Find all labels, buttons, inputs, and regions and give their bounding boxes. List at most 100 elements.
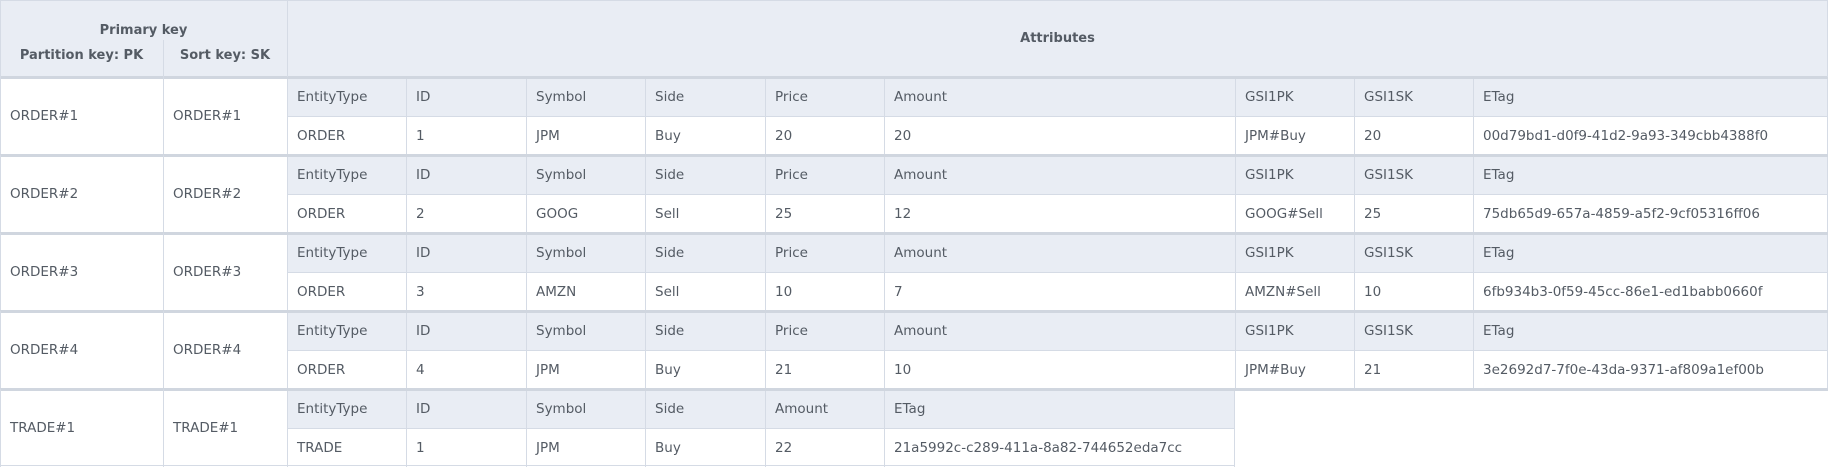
attribute-value-etag[interactable]: 3e2692d7-7f0e-43da-9371-af809a1ef00b [1473,350,1828,389]
attribute-name-etag: ETag [884,389,1235,428]
attribute-name-etag: ETag [1473,311,1828,350]
sort-key-header: Sort key: SK [163,40,287,77]
attribute-value-entitytype[interactable]: ORDER [287,272,406,311]
attribute-value-symbol[interactable]: JPM [526,428,645,467]
attribute-value-id[interactable]: 3 [406,272,526,311]
attribute-name-side: Side [645,233,765,272]
attribute-name-entitytype: EntityType [287,311,406,350]
attribute-value-price[interactable]: 20 [765,116,884,155]
attribute-name-price: Price [765,311,884,350]
row-divider [0,0,1828,1]
attribute-value-etag[interactable]: 00d79bd1-d0f9-41d2-9a93-349cbb4388f0 [1473,116,1828,155]
attribute-value-amount[interactable]: 7 [884,272,1235,311]
attribute-name-etag: ETag [1473,233,1828,272]
sort-key-cell[interactable]: ORDER#2 [163,155,287,233]
attribute-name-id: ID [406,77,526,116]
attribute-value-entitytype[interactable]: TRADE [287,428,406,467]
attribute-value-etag[interactable]: 6fb934b3-0f59-45cc-86e1-ed1babb0660f [1473,272,1828,311]
attribute-value-id[interactable]: 1 [406,116,526,155]
attribute-value-id[interactable]: 4 [406,350,526,389]
attribute-value-amount[interactable]: 22 [765,428,884,467]
dynamodb-item-table: Primary key Partition key: PK Sort key: … [0,0,1828,467]
attribute-value-gsi1sk[interactable]: 10 [1354,272,1473,311]
sort-key-cell[interactable]: ORDER#1 [163,77,287,155]
attribute-value-gsi1pk[interactable]: JPM#Buy [1235,116,1354,155]
attribute-name-amount: Amount [765,389,884,428]
attribute-value-price[interactable]: 25 [765,194,884,233]
attribute-value-gsi1sk[interactable]: 21 [1354,350,1473,389]
sort-key-cell[interactable]: TRADE#1 [163,389,287,467]
column-divider [0,311,1,389]
partition-key-cell[interactable]: ORDER#4 [0,311,163,389]
attribute-name-side: Side [645,389,765,428]
attribute-name-symbol: Symbol [526,389,645,428]
attribute-name-id: ID [406,155,526,194]
attribute-name-symbol: Symbol [526,155,645,194]
attribute-name-price: Price [765,155,884,194]
attribute-name-amount: Amount [884,233,1235,272]
sort-key-cell[interactable]: ORDER#3 [163,233,287,311]
attribute-value-entitytype[interactable]: ORDER [287,350,406,389]
column-divider [287,0,288,77]
attribute-name-gsi1sk: GSI1SK [1354,77,1473,116]
attribute-value-etag[interactable]: 21a5992c-c289-411a-8a82-744652eda7cc [884,428,1235,467]
attribute-value-amount[interactable]: 12 [884,194,1235,233]
attribute-value-amount[interactable]: 20 [884,116,1235,155]
column-divider [0,389,1,467]
attribute-name-amount: Amount [884,77,1235,116]
attribute-value-entitytype[interactable]: ORDER [287,194,406,233]
attribute-name-amount: Amount [884,311,1235,350]
attribute-name-symbol: Symbol [526,77,645,116]
attribute-value-side[interactable]: Buy [645,350,765,389]
attribute-name-symbol: Symbol [526,311,645,350]
attribute-value-side[interactable]: Buy [645,116,765,155]
attribute-name-amount: Amount [884,155,1235,194]
attribute-value-gsi1sk[interactable]: 25 [1354,194,1473,233]
attribute-value-side[interactable]: Sell [645,272,765,311]
attribute-value-gsi1pk[interactable]: AMZN#Sell [1235,272,1354,311]
attribute-value-gsi1pk[interactable]: JPM#Buy [1235,350,1354,389]
attribute-name-price: Price [765,77,884,116]
partition-key-cell[interactable]: ORDER#3 [0,233,163,311]
sort-key-cell[interactable]: ORDER#4 [163,311,287,389]
attribute-name-price: Price [765,233,884,272]
attribute-value-id[interactable]: 2 [406,194,526,233]
attribute-name-entitytype: EntityType [287,155,406,194]
attribute-value-symbol[interactable]: JPM [526,116,645,155]
attribute-name-side: Side [645,77,765,116]
attribute-value-price[interactable]: 21 [765,350,884,389]
column-divider [163,77,164,155]
attribute-name-entitytype: EntityType [287,389,406,428]
attribute-value-id[interactable]: 1 [406,428,526,467]
attribute-value-side[interactable]: Sell [645,194,765,233]
item-divider [0,76,1828,79]
item-divider [0,232,1828,235]
attribute-value-symbol[interactable]: GOOG [526,194,645,233]
item-divider [0,388,1828,391]
attribute-name-side: Side [645,311,765,350]
attribute-value-etag[interactable]: 75db65d9-657a-4859-a5f2-9cf05316ff06 [1473,194,1828,233]
attribute-value-gsi1sk[interactable]: 20 [1354,116,1473,155]
attribute-name-gsi1pk: GSI1PK [1235,155,1354,194]
column-divider [163,311,164,389]
attribute-value-side[interactable]: Buy [645,428,765,467]
attribute-value-entitytype[interactable]: ORDER [287,116,406,155]
column-divider [163,233,164,311]
attribute-name-entitytype: EntityType [287,233,406,272]
partition-key-cell[interactable]: TRADE#1 [0,389,163,467]
partition-key-cell[interactable]: ORDER#2 [0,155,163,233]
attribute-name-gsi1sk: GSI1SK [1354,155,1473,194]
attribute-value-price[interactable]: 10 [765,272,884,311]
attribute-value-symbol[interactable]: JPM [526,350,645,389]
attribute-value-amount[interactable]: 10 [884,350,1235,389]
partition-key-cell[interactable]: ORDER#1 [0,77,163,155]
column-divider [163,155,164,233]
row-divider [287,272,1828,273]
attribute-value-symbol[interactable]: AMZN [526,272,645,311]
column-divider [0,77,1,155]
primary-key-header: Primary key [0,0,287,40]
column-divider [0,155,1,233]
attribute-name-id: ID [406,389,526,428]
row-divider [287,116,1828,117]
attribute-value-gsi1pk[interactable]: GOOG#Sell [1235,194,1354,233]
